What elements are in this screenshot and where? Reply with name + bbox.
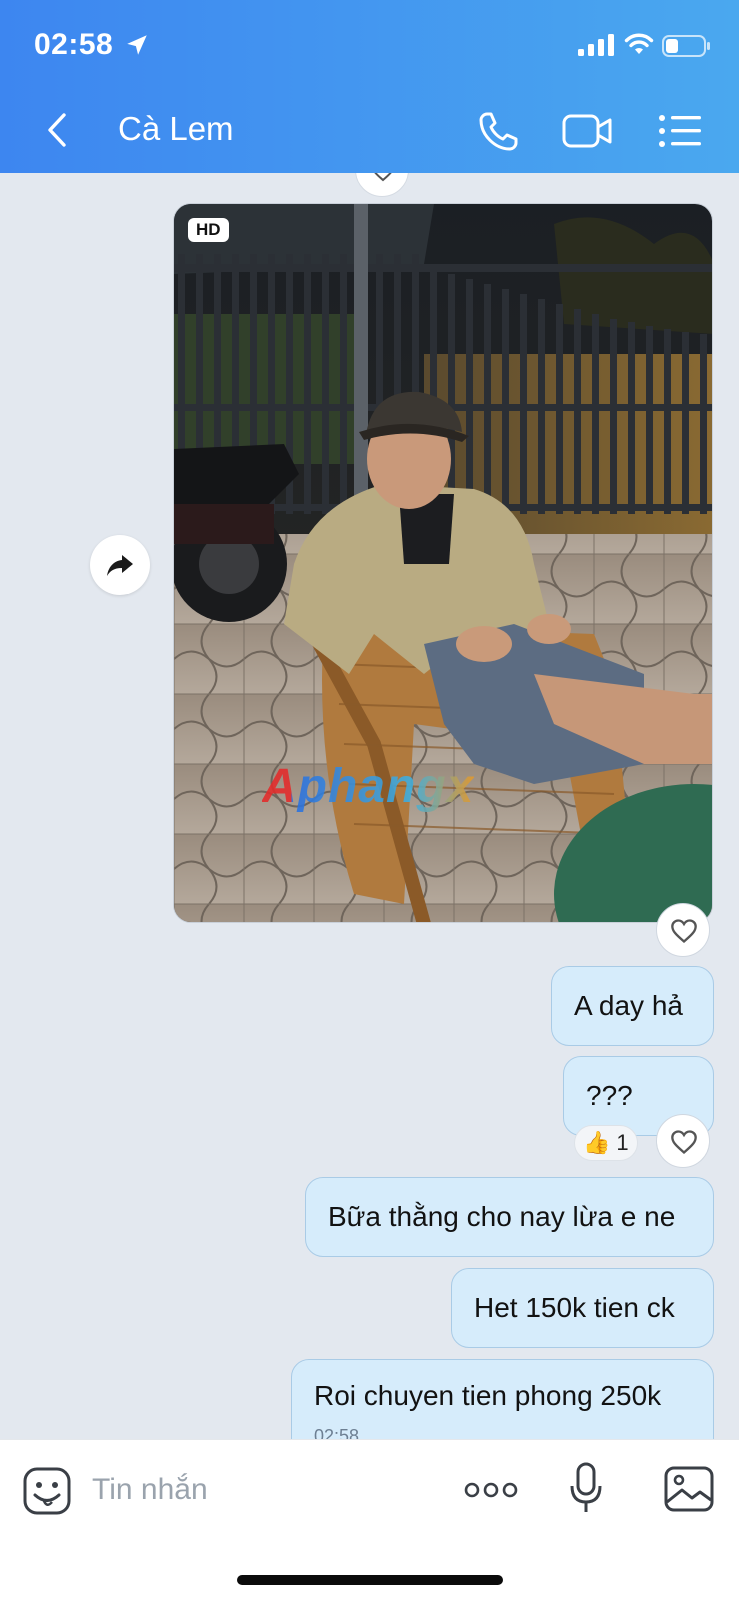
message-bubble[interactable]: A day hả — [551, 966, 714, 1046]
status-time: 02:58 — [34, 28, 114, 61]
image-icon[interactable] — [664, 1466, 714, 1512]
heart-icon — [671, 1130, 697, 1155]
header-bar: 02:58 Cà Lem — [0, 0, 739, 173]
reaction-button[interactable] — [656, 903, 710, 957]
photo-message[interactable]: HD Aphangx — [173, 203, 713, 923]
photo-watermark: Aphangx — [262, 760, 475, 813]
message-bubble[interactable]: Roi chuyen tien phong 250k 02:58 — [291, 1359, 714, 1439]
location-arrow-icon — [127, 35, 147, 55]
more-options-icon[interactable] — [464, 1478, 518, 1502]
thumbs-up-icon: 👍 — [583, 1130, 611, 1155]
battery-icon — [662, 35, 710, 57]
sticker-icon[interactable] — [22, 1466, 72, 1516]
video-call-icon[interactable] — [562, 112, 614, 150]
back-icon[interactable] — [40, 110, 74, 150]
forward-button[interactable] — [90, 535, 150, 595]
signal-icon — [578, 34, 614, 56]
share-arrow-icon — [107, 555, 133, 576]
menu-list-icon[interactable] — [658, 112, 702, 150]
heart-icon — [671, 919, 697, 944]
composer-bar — [0, 1439, 739, 1600]
message-input[interactable] — [92, 1466, 432, 1514]
message-list[interactable]: HD Aphangx A day hả ??? 👍 1 Bữa thằng ch… — [0, 173, 739, 1439]
wifi-icon — [624, 33, 654, 54]
reaction-button[interactable] — [355, 173, 409, 197]
message-time: 02:58 — [314, 1426, 360, 1439]
message-text: Roi chuyen tien phong 250k — [314, 1380, 662, 1411]
photo-image — [174, 204, 712, 922]
home-indicator — [237, 1575, 503, 1585]
heart-icon — [374, 173, 392, 182]
microphone-icon[interactable] — [568, 1462, 604, 1516]
reaction-count: 1 — [616, 1130, 629, 1155]
message-bubble[interactable]: Bữa thằng cho nay lừa e ne — [305, 1177, 714, 1257]
reaction-button[interactable] — [656, 1114, 710, 1168]
hd-badge: HD — [188, 218, 229, 242]
phone-call-icon[interactable] — [478, 110, 520, 152]
reaction-summary[interactable]: 👍 1 — [574, 1125, 638, 1161]
contact-name[interactable]: Cà Lem — [118, 110, 234, 148]
message-bubble[interactable]: Het 150k tien ck — [451, 1268, 714, 1348]
